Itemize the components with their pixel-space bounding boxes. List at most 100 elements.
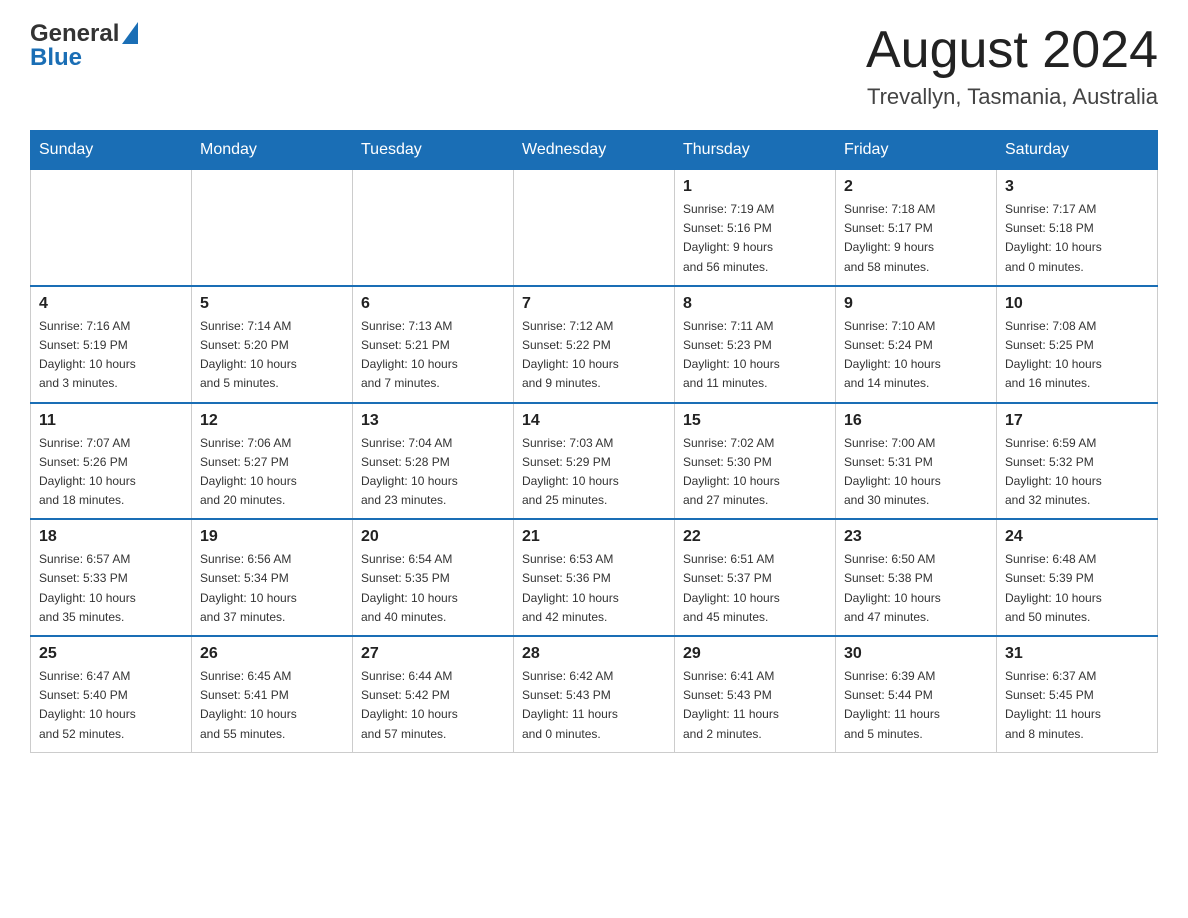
calendar-cell: 12Sunrise: 7:06 AM Sunset: 5:27 PM Dayli… bbox=[192, 403, 353, 520]
day-info: Sunrise: 7:08 AM Sunset: 5:25 PM Dayligh… bbox=[1005, 317, 1149, 394]
day-info: Sunrise: 6:50 AM Sunset: 5:38 PM Dayligh… bbox=[844, 550, 988, 627]
day-info: Sunrise: 6:48 AM Sunset: 5:39 PM Dayligh… bbox=[1005, 550, 1149, 627]
calendar-cell: 5 Sunrise: 7:14 AM Sunset: 5:20 PM Daylig… bbox=[192, 286, 353, 403]
calendar-cell: 7 Sunrise: 7:12 AM Sunset: 5:22 PM Daylig… bbox=[514, 286, 675, 403]
calendar-table: SundayMondayTuesdayWednesdayThursdayFrid… bbox=[30, 130, 1158, 753]
calendar-week-row: 18 Sunrise: 6:57 AM Sunset: 5:33 PM Dayli… bbox=[31, 519, 1158, 636]
day-number: 9 bbox=[844, 295, 988, 313]
calendar-cell: 30Sunrise: 6:39 AM Sunset: 5:44 PM Dayli… bbox=[836, 636, 997, 752]
day-info: Sunrise: 6:37 AM Sunset: 5:45 PM Dayligh… bbox=[1005, 667, 1149, 744]
day-info: Sunrise: 7:07 AM Sunset: 5:26 PM Dayligh… bbox=[39, 434, 183, 511]
day-number: 20 bbox=[361, 528, 505, 546]
calendar-cell bbox=[192, 170, 353, 286]
calendar-cell: 29Sunrise: 6:41 AM Sunset: 5:43 PM Dayli… bbox=[675, 636, 836, 752]
day-number: 23 bbox=[844, 528, 988, 546]
location-title: Trevallyn, Tasmania, Australia bbox=[866, 84, 1158, 110]
calendar-cell: 27Sunrise: 6:44 AM Sunset: 5:42 PM Dayli… bbox=[353, 636, 514, 752]
day-number: 22 bbox=[683, 528, 827, 546]
day-number: 8 bbox=[683, 295, 827, 313]
day-number: 31 bbox=[1005, 645, 1149, 663]
header: General Blue August 2024 Trevallyn, Tasm… bbox=[30, 20, 1158, 110]
day-number: 2 bbox=[844, 178, 988, 196]
day-info: Sunrise: 7:00 AM Sunset: 5:31 PM Dayligh… bbox=[844, 434, 988, 511]
calendar-cell: 10 Sunrise: 7:08 AM Sunset: 5:25 PM Dayli… bbox=[997, 286, 1158, 403]
logo-arrow-icon bbox=[122, 22, 138, 44]
logo-blue-text: Blue bbox=[30, 44, 82, 72]
calendar-week-row: 4Sunrise: 7:16 AM Sunset: 5:19 PM Daylig… bbox=[31, 286, 1158, 403]
header-day-thursday: Thursday bbox=[675, 131, 836, 170]
day-info: Sunrise: 7:03 AM Sunset: 5:29 PM Dayligh… bbox=[522, 434, 666, 511]
header-day-friday: Friday bbox=[836, 131, 997, 170]
calendar-cell: 28 Sunrise: 6:42 AM Sunset: 5:43 PM Dayli… bbox=[514, 636, 675, 752]
calendar-cell: 24 Sunrise: 6:48 AM Sunset: 5:39 PM Dayli… bbox=[997, 519, 1158, 636]
calendar-cell: 6Sunrise: 7:13 AM Sunset: 5:21 PM Daylig… bbox=[353, 286, 514, 403]
day-number: 5 bbox=[200, 295, 344, 313]
day-info: Sunrise: 7:06 AM Sunset: 5:27 PM Dayligh… bbox=[200, 434, 344, 511]
day-number: 16 bbox=[844, 412, 988, 430]
calendar-week-row: 1Sunrise: 7:19 AM Sunset: 5:16 PM Daylig… bbox=[31, 170, 1158, 286]
day-info: Sunrise: 7:14 AM Sunset: 5:20 PM Dayligh… bbox=[200, 317, 344, 394]
day-info: Sunrise: 6:45 AM Sunset: 5:41 PM Dayligh… bbox=[200, 667, 344, 744]
day-number: 3 bbox=[1005, 178, 1149, 196]
day-number: 17 bbox=[1005, 412, 1149, 430]
day-number: 13 bbox=[361, 412, 505, 430]
day-info: Sunrise: 6:47 AM Sunset: 5:40 PM Dayligh… bbox=[39, 667, 183, 744]
day-info: Sunrise: 6:42 AM Sunset: 5:43 PM Dayligh… bbox=[522, 667, 666, 744]
day-number: 7 bbox=[522, 295, 666, 313]
day-info: Sunrise: 6:54 AM Sunset: 5:35 PM Dayligh… bbox=[361, 550, 505, 627]
day-number: 24 bbox=[1005, 528, 1149, 546]
calendar-header-row: SundayMondayTuesdayWednesdayThursdayFrid… bbox=[31, 131, 1158, 170]
day-number: 19 bbox=[200, 528, 344, 546]
header-day-monday: Monday bbox=[192, 131, 353, 170]
day-info: Sunrise: 6:57 AM Sunset: 5:33 PM Dayligh… bbox=[39, 550, 183, 627]
day-info: Sunrise: 7:11 AM Sunset: 5:23 PM Dayligh… bbox=[683, 317, 827, 394]
calendar-cell: 1Sunrise: 7:19 AM Sunset: 5:16 PM Daylig… bbox=[675, 170, 836, 286]
calendar-cell bbox=[514, 170, 675, 286]
day-number: 18 bbox=[39, 528, 183, 546]
calendar-cell: 9 Sunrise: 7:10 AM Sunset: 5:24 PM Daylig… bbox=[836, 286, 997, 403]
day-number: 28 bbox=[522, 645, 666, 663]
day-number: 10 bbox=[1005, 295, 1149, 313]
calendar-cell: 17 Sunrise: 6:59 AM Sunset: 5:32 PM Dayli… bbox=[997, 403, 1158, 520]
day-info: Sunrise: 6:51 AM Sunset: 5:37 PM Dayligh… bbox=[683, 550, 827, 627]
calendar-cell: 26 Sunrise: 6:45 AM Sunset: 5:41 PM Dayli… bbox=[192, 636, 353, 752]
calendar-cell: 15 Sunrise: 7:02 AM Sunset: 5:30 PM Dayli… bbox=[675, 403, 836, 520]
calendar-cell: 20 Sunrise: 6:54 AM Sunset: 5:35 PM Dayli… bbox=[353, 519, 514, 636]
day-info: Sunrise: 6:53 AM Sunset: 5:36 PM Dayligh… bbox=[522, 550, 666, 627]
day-info: Sunrise: 6:56 AM Sunset: 5:34 PM Dayligh… bbox=[200, 550, 344, 627]
day-info: Sunrise: 7:18 AM Sunset: 5:17 PM Dayligh… bbox=[844, 200, 988, 277]
day-number: 1 bbox=[683, 178, 827, 196]
calendar-cell: 18 Sunrise: 6:57 AM Sunset: 5:33 PM Dayli… bbox=[31, 519, 192, 636]
day-info: Sunrise: 7:10 AM Sunset: 5:24 PM Dayligh… bbox=[844, 317, 988, 394]
calendar-cell: 3Sunrise: 7:17 AM Sunset: 5:18 PM Daylig… bbox=[997, 170, 1158, 286]
day-number: 15 bbox=[683, 412, 827, 430]
day-info: Sunrise: 7:02 AM Sunset: 5:30 PM Dayligh… bbox=[683, 434, 827, 511]
calendar-cell: 19 Sunrise: 6:56 AM Sunset: 5:34 PM Dayli… bbox=[192, 519, 353, 636]
calendar-cell: 25 Sunrise: 6:47 AM Sunset: 5:40 PM Dayli… bbox=[31, 636, 192, 752]
header-day-saturday: Saturday bbox=[997, 131, 1158, 170]
day-info: Sunrise: 7:12 AM Sunset: 5:22 PM Dayligh… bbox=[522, 317, 666, 394]
calendar-week-row: 11 Sunrise: 7:07 AM Sunset: 5:26 PM Dayli… bbox=[31, 403, 1158, 520]
day-info: Sunrise: 6:41 AM Sunset: 5:43 PM Dayligh… bbox=[683, 667, 827, 744]
day-number: 4 bbox=[39, 295, 183, 313]
day-number: 14 bbox=[522, 412, 666, 430]
day-number: 27 bbox=[361, 645, 505, 663]
calendar-cell: 4Sunrise: 7:16 AM Sunset: 5:19 PM Daylig… bbox=[31, 286, 192, 403]
day-info: Sunrise: 7:04 AM Sunset: 5:28 PM Dayligh… bbox=[361, 434, 505, 511]
calendar-cell bbox=[353, 170, 514, 286]
calendar-cell: 8 Sunrise: 7:11 AM Sunset: 5:23 PM Daylig… bbox=[675, 286, 836, 403]
calendar-cell: 21Sunrise: 6:53 AM Sunset: 5:36 PM Dayli… bbox=[514, 519, 675, 636]
calendar-week-row: 25 Sunrise: 6:47 AM Sunset: 5:40 PM Dayli… bbox=[31, 636, 1158, 752]
day-info: Sunrise: 6:59 AM Sunset: 5:32 PM Dayligh… bbox=[1005, 434, 1149, 511]
day-info: Sunrise: 6:39 AM Sunset: 5:44 PM Dayligh… bbox=[844, 667, 988, 744]
day-number: 11 bbox=[39, 412, 183, 430]
calendar-cell: 23 Sunrise: 6:50 AM Sunset: 5:38 PM Dayli… bbox=[836, 519, 997, 636]
logo: General Blue bbox=[30, 20, 138, 72]
day-number: 25 bbox=[39, 645, 183, 663]
calendar-cell bbox=[31, 170, 192, 286]
calendar-cell: 31 Sunrise: 6:37 AM Sunset: 5:45 PM Dayli… bbox=[997, 636, 1158, 752]
header-day-wednesday: Wednesday bbox=[514, 131, 675, 170]
day-number: 26 bbox=[200, 645, 344, 663]
day-info: Sunrise: 7:13 AM Sunset: 5:21 PM Dayligh… bbox=[361, 317, 505, 394]
calendar-cell: 14 Sunrise: 7:03 AM Sunset: 5:29 PM Dayli… bbox=[514, 403, 675, 520]
